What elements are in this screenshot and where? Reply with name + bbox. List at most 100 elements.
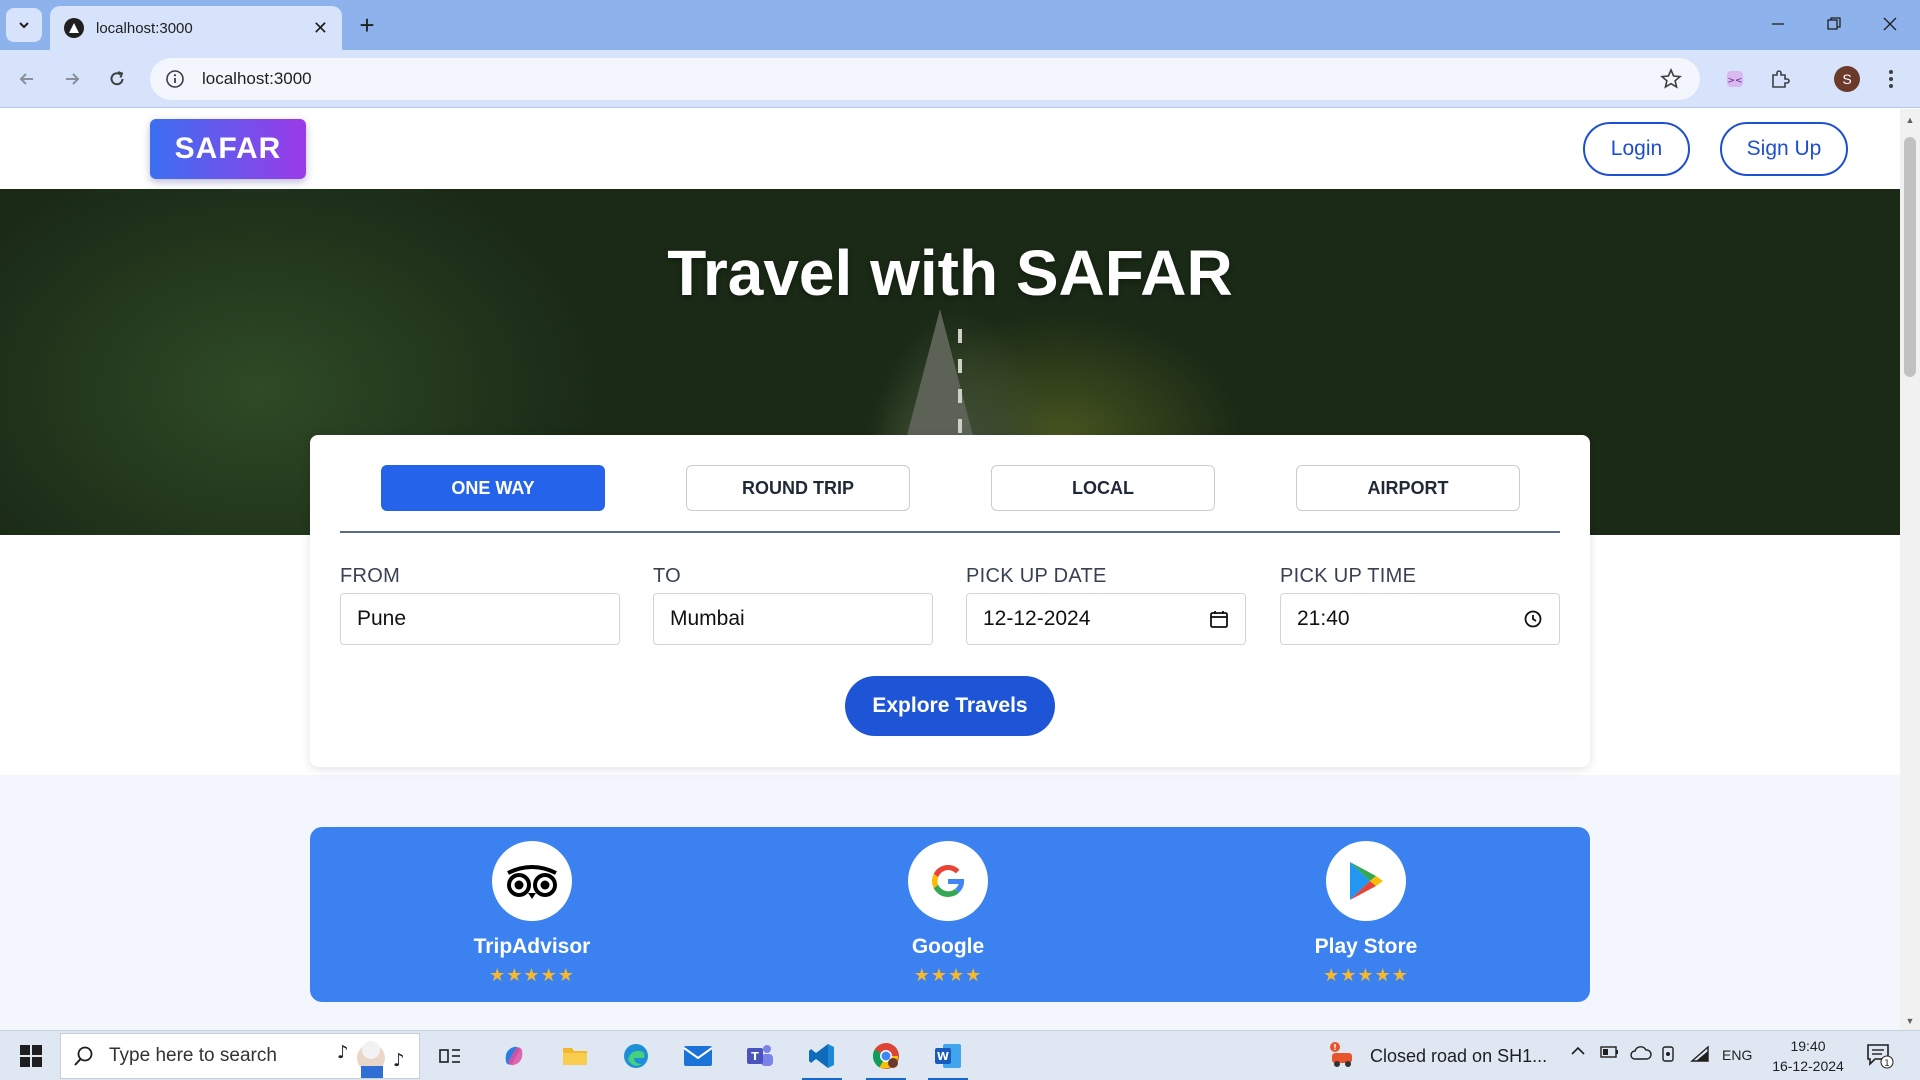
bookmark-star-icon[interactable] <box>1660 67 1682 95</box>
restore-icon <box>1827 17 1841 30</box>
traffic-alert-icon: ! <box>1330 1042 1352 1067</box>
rating-name: TripAdvisor <box>473 935 591 958</box>
taskbar-search-box[interactable]: Type here to search ♪ ♪ <box>60 1033 420 1079</box>
arrow-left-icon <box>19 73 33 85</box>
meet-now-icon[interactable] <box>1660 1045 1678 1063</box>
pickup-date-value: 12-12-2024 <box>983 607 1091 630</box>
reload-icon <box>110 71 124 86</box>
language-indicator[interactable]: ENG <box>1722 1047 1752 1063</box>
signup-button[interactable]: Sign Up <box>1720 122 1848 176</box>
page-scrollbar[interactable]: ▲ ▼ <box>1900 109 1920 1030</box>
tab-search-button[interactable] <box>6 8 42 42</box>
mail-icon[interactable] <box>676 1037 720 1075</box>
rating-play-store[interactable]: Play Store ★★★★★ <box>1276 841 1456 986</box>
svg-text:♪: ♪ <box>337 1042 349 1063</box>
search-icon <box>74 1046 93 1066</box>
browser-titlebar: localhost:3000 ✕ + <box>0 0 1920 50</box>
edge-browser-icon[interactable] <box>614 1037 658 1075</box>
to-input[interactable]: Mumbai <box>653 593 933 645</box>
star-rating: ★★★★★ <box>489 965 575 985</box>
system-clock[interactable]: 19:40 16-12-2024 <box>1768 1036 1848 1076</box>
search-placeholder: Type here to search <box>109 1045 277 1066</box>
new-tab-button[interactable]: + <box>352 10 382 40</box>
from-value: Pune <box>357 607 407 630</box>
rating-tripadvisor[interactable]: TripAdvisor ★★★★★ <box>442 841 622 986</box>
battery-icon[interactable] <box>1600 1045 1620 1059</box>
windows-taskbar: Type here to search ♪ ♪ T W ! Closed roa… <box>0 1030 1920 1080</box>
pickup-date-input[interactable]: 12-12-2024 <box>966 593 1246 645</box>
extension-app-icon[interactable]: >< <box>1720 64 1750 94</box>
browser-toolbar: localhost:3000 >< S <box>0 50 1920 108</box>
avatar: S <box>1834 66 1860 92</box>
file-explorer-icon[interactable] <box>553 1037 597 1075</box>
google-icon <box>908 841 988 921</box>
tab-round-trip[interactable]: ROUND TRIP <box>686 465 910 511</box>
chrome-icon[interactable] <box>864 1037 908 1080</box>
window-close-button[interactable] <box>1862 0 1918 48</box>
extensions-puzzle-icon[interactable] <box>1765 64 1795 94</box>
pickup-time-value: 21:40 <box>1297 607 1350 630</box>
svg-text:><: >< <box>1727 76 1742 86</box>
word-icon[interactable]: W <box>926 1037 970 1080</box>
svg-text:!: ! <box>1333 1043 1337 1052</box>
news-headline: Closed road on SH1... <box>1370 1045 1548 1066</box>
tab-local[interactable]: LOCAL <box>991 465 1215 511</box>
close-icon[interactable]: ✕ <box>313 18 328 39</box>
clock-icon[interactable] <box>1523 609 1543 629</box>
scroll-down-icon[interactable]: ▼ <box>1904 1016 1916 1026</box>
scrollbar-thumb[interactable] <box>1904 137 1916 377</box>
scroll-up-icon[interactable]: ▲ <box>1904 115 1916 125</box>
svg-text:T: T <box>751 1050 759 1063</box>
copilot-icon[interactable] <box>492 1037 536 1075</box>
ratings-banner: TripAdvisor ★★★★★ Google ★★★★ Play Store… <box>310 827 1590 1002</box>
forward-button[interactable] <box>55 62 89 96</box>
onedrive-icon[interactable] <box>1630 1045 1652 1061</box>
restore-button[interactable] <box>1806 0 1862 48</box>
site-header: SAFAR Login Sign Up <box>0 109 1900 189</box>
explore-travels-button[interactable]: Explore Travels <box>845 676 1055 736</box>
star-rating: ★★★★ <box>913 965 983 985</box>
clock-time: 19:40 <box>1790 1038 1826 1054</box>
back-button[interactable] <box>10 62 44 96</box>
wifi-icon[interactable] <box>1690 1045 1710 1063</box>
pickup-time-input[interactable]: 21:40 <box>1280 593 1560 645</box>
teams-icon[interactable]: T <box>738 1037 782 1075</box>
windows-start-button[interactable] <box>10 1043 52 1069</box>
notification-count: 1 <box>1884 1059 1890 1069</box>
reload-button[interactable] <box>100 62 134 96</box>
tripadvisor-icon <box>492 841 572 921</box>
vscode-icon[interactable] <box>800 1037 844 1080</box>
profile-avatar[interactable]: S <box>1832 64 1862 94</box>
star-rating: ★★★★★ <box>1323 965 1409 985</box>
chevron-down-icon <box>19 22 29 29</box>
hero-title: Travel with SAFAR <box>667 237 1233 309</box>
tab-one-way[interactable]: ONE WAY <box>381 465 605 511</box>
page-viewport: SAFAR Login Sign Up Travel with SAFAR ON… <box>0 109 1900 1030</box>
more-vertical-icon <box>1889 70 1893 88</box>
notification-center-icon[interactable]: 1 <box>1866 1043 1894 1074</box>
tabs-divider <box>340 531 1560 533</box>
address-bar[interactable]: localhost:3000 <box>150 58 1700 100</box>
site-logo[interactable]: SAFAR <box>150 119 306 179</box>
rating-name: Play Store <box>1314 935 1418 958</box>
from-input[interactable]: Pune <box>340 593 620 645</box>
login-button[interactable]: Login <box>1583 122 1690 176</box>
from-label: FROM <box>340 565 401 587</box>
site-info-icon[interactable] <box>164 68 186 90</box>
rating-google[interactable]: Google ★★★★ <box>858 841 1038 986</box>
to-value: Mumbai <box>670 607 745 630</box>
minimize-button[interactable] <box>1750 0 1806 48</box>
browser-tab[interactable]: localhost:3000 ✕ <box>50 6 342 50</box>
task-view-icon[interactable] <box>428 1037 472 1075</box>
rating-name: Google <box>911 935 985 958</box>
play-store-icon <box>1326 841 1406 921</box>
news-widget[interactable]: ! Closed road on SH1... <box>1328 1041 1547 1071</box>
calendar-icon[interactable] <box>1209 609 1229 629</box>
browser-menu-button[interactable] <box>1876 64 1906 94</box>
pickup-date-label: PICK UP DATE <box>966 565 1107 587</box>
favicon-icon <box>64 18 84 38</box>
tab-airport[interactable]: AIRPORT <box>1296 465 1520 511</box>
to-label: TO <box>653 565 682 587</box>
svg-text:♪: ♪ <box>393 1050 405 1071</box>
chevron-up-icon[interactable] <box>1570 1045 1586 1057</box>
